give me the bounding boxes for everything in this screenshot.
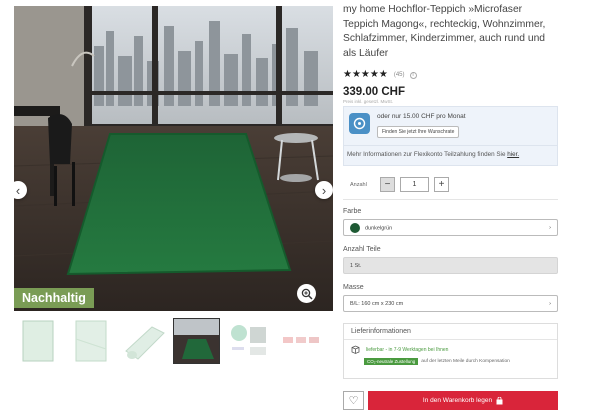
rug-thumbnail-image — [22, 320, 53, 362]
financing-info-text: Mehr Informationen zur Flexikonto Teilza… — [347, 151, 506, 158]
label-thumbnail-image — [230, 325, 266, 355]
rating-count: (45) — [393, 72, 405, 78]
chevron-right-icon: › — [321, 182, 327, 198]
quantity-input[interactable]: 1 — [400, 177, 429, 192]
product-details: my home Hochflor-Teppich »Microfaser Tep… — [343, 0, 558, 410]
divider — [343, 199, 558, 200]
pieces-select[interactable]: 1 St. — [343, 257, 558, 274]
product-title: my home Hochflor-Teppich »Microfaser Tep… — [343, 4, 546, 59]
quantity-label: Anzahl — [350, 181, 367, 188]
quantity-increase-button[interactable]: + — [434, 177, 449, 192]
thumbnail-4[interactable] — [173, 318, 220, 364]
pieces-label: Anzahl Teile — [343, 246, 381, 253]
find-rate-button[interactable]: Finden Sie jetzt Ihre Wunschrate — [377, 126, 460, 138]
color-swatch — [350, 222, 360, 233]
thumbnail-2[interactable] — [67, 318, 114, 364]
purchase-row: ♡ In den Warenkorb legen — [343, 391, 558, 410]
financing-box: oder nur 15.00 CHF pro Monat Finden Sie … — [343, 106, 558, 166]
shopping-bag-icon — [496, 396, 503, 404]
delivery-info: Lieferinformationen lieferbar - in 7-9 W… — [343, 323, 558, 379]
rug-thumbnail-image — [75, 320, 106, 362]
rating-stars-icon: ★★★★★ — [343, 69, 388, 80]
thumbnail-1[interactable] — [14, 318, 61, 364]
zoom-button[interactable] — [297, 284, 316, 303]
financing-info: Mehr Informationen zur Flexikonto Teilza… — [344, 145, 557, 158]
size-select[interactable]: B/L: 160 cm x 230 cm › — [343, 295, 558, 312]
price: 339.00 CHF — [343, 86, 406, 98]
product-page: ‹ › Nachhaltig my home Hochflor-Teppich … — [0, 0, 600, 411]
flags-thumbnail-image — [282, 337, 319, 343]
rating[interactable]: ★★★★★ (45) i — [343, 70, 558, 80]
room-thumbnail-image — [174, 319, 219, 363]
add-to-cart-button[interactable]: In den Warenkorb legen — [368, 391, 558, 410]
thumbnail-strip — [14, 318, 334, 366]
wishlist-button[interactable]: ♡ — [343, 391, 364, 410]
delivery-time: lieferbar - in 7-9 Werktagen bei Ihnen — [366, 346, 449, 353]
product-image[interactable]: ‹ › Nachhaltig — [14, 6, 333, 311]
color-value: dunkelgrün — [365, 224, 393, 231]
add-to-cart-label: In den Warenkorb legen — [422, 397, 493, 404]
rug-roll-thumbnail-image — [124, 326, 165, 360]
room-scene-image — [14, 6, 333, 311]
size-label: Masse — [343, 284, 364, 291]
chevron-right-icon: › — [549, 300, 551, 307]
info-icon[interactable]: i — [409, 71, 417, 79]
package-icon — [351, 345, 360, 354]
quantity-decrease-button[interactable]: − — [380, 177, 395, 192]
co2-text: auf der letzten Meile durch Kompensation — [421, 359, 510, 364]
gallery-next-button[interactable]: › — [315, 181, 333, 199]
thumbnail-6[interactable] — [279, 318, 326, 364]
sustainable-badge: Nachhaltig — [14, 288, 94, 308]
pieces-value: 1 St. — [350, 262, 362, 269]
chevron-left-icon: ‹ — [15, 182, 21, 198]
thumbnail-5[interactable] — [226, 318, 273, 364]
chevron-right-icon: › — [549, 224, 551, 231]
flexikonto-icon — [349, 113, 370, 134]
color-select[interactable]: dunkelgrün › — [343, 219, 558, 236]
size-value: B/L: 160 cm x 230 cm — [350, 300, 404, 307]
quantity-stepper: Anzahl − 1 + — [343, 176, 558, 193]
zoom-icon — [301, 288, 313, 300]
co2-badge: CO₂-neutrale Zustellung — [364, 358, 419, 365]
financing-info-link[interactable]: hier. — [507, 151, 519, 158]
color-label: Farbe — [343, 208, 362, 215]
thumbnail-3[interactable] — [120, 318, 167, 364]
delivery-heading: Lieferinformationen — [344, 324, 557, 340]
heart-icon: ♡ — [348, 395, 359, 407]
price-note: Preis inkl. gesetzl. MwSt. — [343, 99, 394, 104]
monthly-rate: oder nur 15.00 CHF pro Monat — [377, 113, 466, 120]
